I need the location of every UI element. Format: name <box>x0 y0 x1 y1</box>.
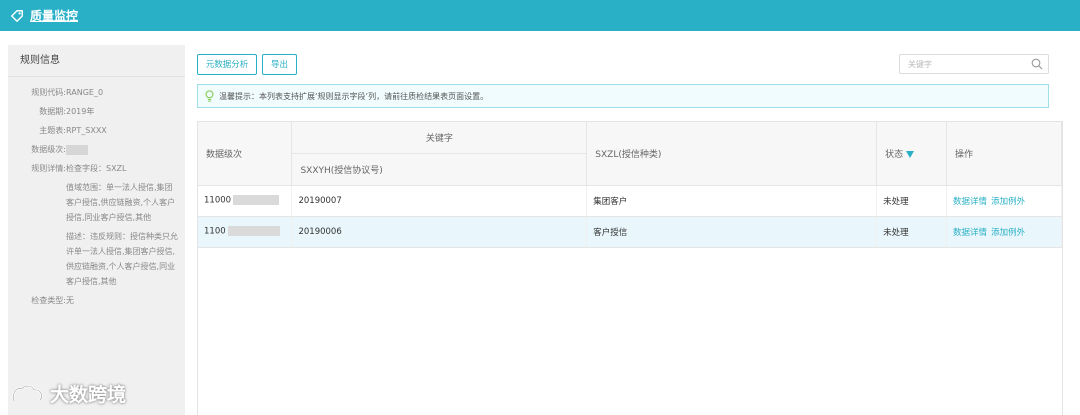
col-header-level: 数据级次 <box>198 122 293 186</box>
field-label: 主题表: <box>39 126 66 135</box>
status-header-label: 状态 <box>885 149 904 160</box>
cell-sxxyh: 20190007 <box>291 185 588 217</box>
data-level-row: 数据级次: <box>8 142 185 157</box>
col-header-action: 操作 <box>946 122 1062 186</box>
results-table-wrapper: 数据级次 关键字 SXZL(授信种类) 状态 操作 SXXYH(授信协议号) 1… <box>197 121 1063 415</box>
field-value <box>66 142 185 157</box>
level-code: 1100 <box>204 226 226 237</box>
cell-sxzl: 客户授信 <box>586 216 878 248</box>
redacted-value <box>233 195 280 206</box>
export-button[interactable]: 导出 <box>262 54 297 75</box>
col-header-status: 状态 <box>876 122 948 186</box>
watermark: 大数跨境 <box>10 380 126 407</box>
page-title[interactable]: 质量监控 <box>30 7 78 24</box>
redacted-value <box>227 226 280 237</box>
data-detail-link[interactable]: 数据详情 <box>953 228 987 238</box>
cell-actions: 数据详情 添加例外 <box>946 185 1062 217</box>
data-detail-link[interactable]: 数据详情 <box>953 197 987 207</box>
description-row: 描述：违反规则：授信种类只允许单一法人授信,集团客户授信,供应链融资,个人客户授… <box>8 229 185 289</box>
subject-table-row: 主题表: RPT_SXXX <box>8 123 185 138</box>
redacted-value <box>66 144 88 155</box>
check-type-row: 检查类型: 无 <box>8 293 185 308</box>
field-label: 数据级次: <box>31 145 66 154</box>
watermark-logo-icon <box>12 384 43 401</box>
level-code: 11000 <box>204 195 232 206</box>
cell-sxxyh: 20190006 <box>291 216 588 248</box>
col-header-sxzl: SXZL(授信种类) <box>586 122 878 186</box>
filter-icon[interactable] <box>906 150 915 158</box>
add-exception-link[interactable]: 添加例外 <box>991 197 1025 207</box>
table-row[interactable]: 1100 20190006 客户授信 未处理 数据详情 添加例外 <box>198 216 1062 248</box>
field-value: 无 <box>66 296 74 305</box>
add-exception-link[interactable]: 添加例外 <box>991 228 1025 238</box>
tag-icon <box>11 9 23 22</box>
field-value: 描述：违反规则：授信种类只允许单一法人授信,集团客户授信,供应链融资,个人客户授… <box>66 232 178 286</box>
cell-actions: 数据详情 添加例外 <box>946 216 1062 248</box>
field-label: 规则代码: <box>31 88 66 97</box>
rule-detail-row: 规则详情: 检查字段：SXZL <box>8 161 185 176</box>
field-value: RPT_SXXX <box>66 126 107 135</box>
col-header-sxxyh: SXXYH(授信协议号) <box>291 153 588 186</box>
search-icon[interactable] <box>1031 58 1043 70</box>
col-header-keyword-group: 关键字 <box>291 122 588 154</box>
lightbulb-icon <box>205 90 214 102</box>
field-value: RANGE_0 <box>66 88 104 97</box>
rule-info-heading: 规则信息 <box>8 45 185 77</box>
cell-level: 1100 <box>198 216 293 248</box>
data-period-row: 数据期: 2019年 <box>8 104 185 119</box>
search-input[interactable] <box>900 55 1025 73</box>
rule-code-row: 规则代码: RANGE_0 <box>8 85 185 100</box>
results-table: 数据级次 关键字 SXZL(授信种类) 状态 操作 SXXYH(授信协议号) 1… <box>198 122 1062 248</box>
field-label <box>8 229 66 289</box>
top-bar: 质量监控 <box>0 0 1080 31</box>
field-value: 2019年 <box>66 107 95 116</box>
field-label <box>8 180 66 225</box>
search-box <box>899 54 1049 74</box>
field-value: 值域范围：单一法人授信,集团客户授信,供应链融资,个人客户授信,同业客户授信,其… <box>66 183 176 222</box>
field-label: 检查类型: <box>31 296 66 305</box>
tip-text: 温馨提示：本列表支持扩展‘规则显示字段’列，请前往质检结果表页面设置。 <box>219 91 489 101</box>
cell-sxzl: 集团客户 <box>586 185 878 217</box>
tip-banner: 温馨提示：本列表支持扩展‘规则显示字段’列，请前往质检结果表页面设置。 <box>197 84 1049 108</box>
field-value: 检查字段：SXZL <box>66 164 127 173</box>
rule-info-panel: 规则信息 规则代码: RANGE_0 数据期: 2019年 主题表: RPT_S… <box>8 45 185 415</box>
field-label: 规则详情: <box>31 164 66 173</box>
field-label: 数据期: <box>39 107 66 116</box>
cell-status: 未处理 <box>876 216 948 248</box>
cell-level: 11000 <box>198 185 293 217</box>
cell-status: 未处理 <box>876 185 948 217</box>
watermark-text: 大数跨境 <box>50 384 127 406</box>
table-row[interactable]: 11000 20190007 集团客户 未处理 数据详情 添加例外 <box>198 185 1062 217</box>
value-range-row: 值域范围：单一法人授信,集团客户授信,供应链融资,个人客户授信,同业客户授信,其… <box>8 180 185 225</box>
metadata-analysis-button[interactable]: 元数据分析 <box>197 54 257 75</box>
